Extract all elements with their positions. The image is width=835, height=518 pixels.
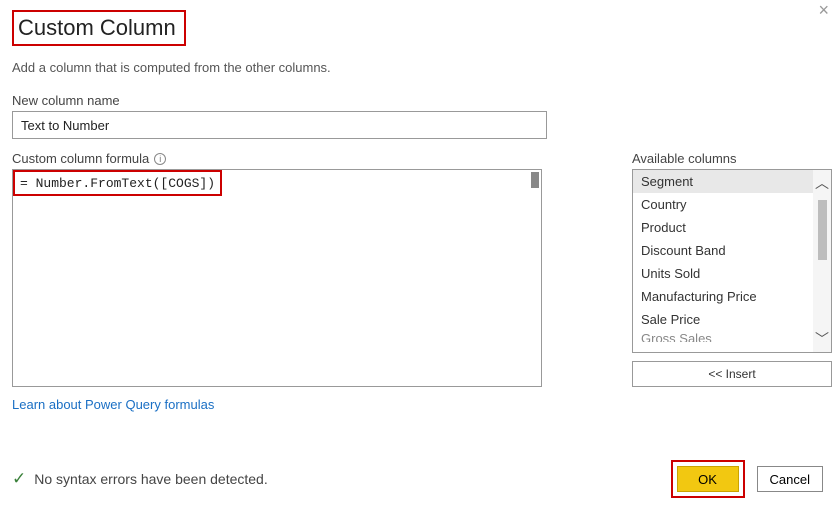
formula-text: = Number.FromText([COGS]): [13, 170, 222, 196]
chevron-down-icon[interactable]: ﹀: [815, 332, 829, 346]
column-name-label-text: New column name: [12, 93, 120, 108]
scrollbar[interactable]: ︿ ﹀: [813, 170, 831, 352]
insert-button[interactable]: << Insert: [632, 361, 832, 387]
formula-editor[interactable]: = Number.FromText([COGS]): [12, 169, 542, 387]
cancel-button[interactable]: Cancel: [757, 466, 823, 492]
list-item[interactable]: Sale Price: [633, 308, 813, 331]
list-item[interactable]: Gross Sales: [633, 331, 813, 342]
learn-more-link[interactable]: Learn about Power Query formulas: [12, 397, 214, 412]
formula-cursor: [531, 172, 539, 188]
list-item[interactable]: Country: [633, 193, 813, 216]
ok-button[interactable]: OK: [677, 466, 739, 492]
list-item[interactable]: Product: [633, 216, 813, 239]
chevron-up-icon[interactable]: ︿: [815, 176, 829, 190]
check-icon: ✓: [12, 469, 26, 489]
close-icon[interactable]: ×: [818, 0, 829, 21]
available-columns-list[interactable]: Segment Country Product Discount Band Un…: [632, 169, 832, 353]
status-message: ✓ No syntax errors have been detected.: [12, 469, 268, 489]
column-name-label: New column name: [12, 93, 823, 108]
list-item[interactable]: Manufacturing Price: [633, 285, 813, 308]
dialog-subtitle: Add a column that is computed from the o…: [12, 60, 823, 75]
dialog-title: Custom Column: [12, 10, 186, 46]
column-name-input[interactable]: [12, 111, 547, 139]
list-item[interactable]: Units Sold: [633, 262, 813, 285]
formula-label: Custom column formula i: [12, 151, 542, 166]
status-text: No syntax errors have been detected.: [34, 471, 267, 487]
available-columns-label: Available columns: [632, 151, 832, 166]
info-icon[interactable]: i: [154, 153, 166, 165]
scrollbar-thumb[interactable]: [818, 200, 827, 260]
list-item[interactable]: Discount Band: [633, 239, 813, 262]
formula-label-text: Custom column formula: [12, 151, 149, 166]
available-columns-label-text: Available columns: [632, 151, 737, 166]
list-item[interactable]: Segment: [633, 170, 813, 193]
